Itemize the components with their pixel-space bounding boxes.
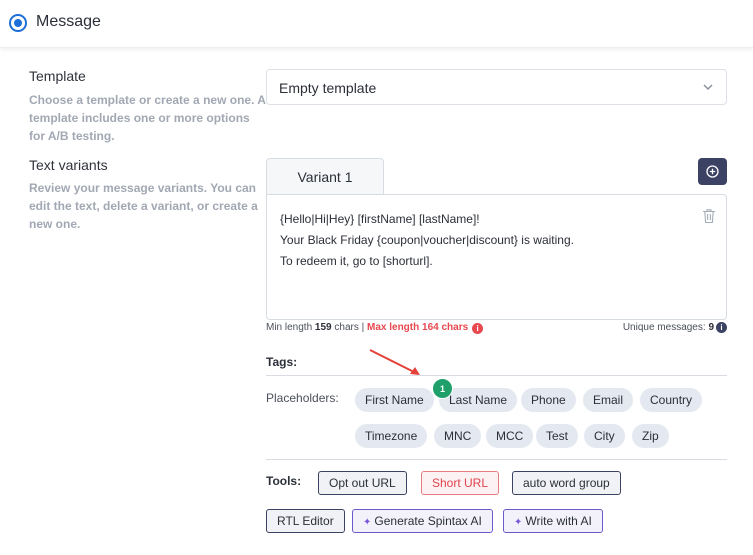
tab-variant-label: Variant 1 [297,169,353,185]
unique-messages: Unique messages: 9 [623,322,714,333]
template-description: Choose a template or create a new one. A… [29,91,266,145]
variant-text-line: Your Black Friday {coupon|voucher|discou… [280,233,574,247]
tab-variant-1[interactable]: Variant 1 [266,158,384,195]
tags-label: Tags: [266,355,298,369]
text-variants-description: Review your message variants. You can ed… [29,179,258,233]
variants-description-line: Review your message variants. You can [29,181,256,195]
variants-description-line: new one. [29,217,81,231]
rtl-editor-button[interactable]: RTL Editor [266,509,345,533]
unique-messages-prefix: Unique messages: [622,322,709,333]
variant-text-line: To redeem it, go to [shorturl]. [280,254,433,268]
plus-circle-icon [706,165,719,178]
text-variants-label: Text variants [29,157,108,173]
generate-spintax-ai-button[interactable]: ✦ Generate Spintax AI [352,509,493,533]
template-description-line: Choose a template or create a new one. A [29,93,266,107]
variant-text[interactable]: {Hello|Hi|Hey} [firstName] [lastName]! Y… [280,209,574,272]
section-title: Message [36,13,101,30]
short-url-button[interactable]: Short URL [421,471,500,495]
variants-description-line: edit the text, delete a variant, or crea… [29,199,258,213]
placeholder-chip[interactable]: Country [640,388,703,412]
length-info: Min length 159 chars | Max length 164 ch… [266,322,484,334]
opt-out-url-button[interactable]: Opt out URL [318,471,407,495]
tools-label: Tools: [266,474,302,488]
placeholder-chip[interactable]: Zip [632,424,669,448]
unique-messages-value: 9 [708,322,714,333]
divider [266,375,727,376]
add-variant-button[interactable] [698,158,727,185]
write-with-ai-button[interactable]: ✦ Write with AI [503,509,603,533]
info-icon[interactable]: i [472,323,484,334]
trash-icon[interactable] [702,208,716,224]
template-select-value: Empty template [279,80,377,96]
max-length-warning: Max length 164 chars [367,322,469,333]
template-description-line: template includes one or more options [29,111,250,125]
step-badge: 1 [432,378,453,399]
template-description-line: for A/B testing. [29,129,115,143]
write-with-ai-label: Write with AI [525,514,592,528]
divider [266,459,727,460]
placeholder-chip[interactable]: City [584,424,625,448]
template-select[interactable]: Empty template [266,69,727,105]
placeholder-chip[interactable]: Timezone [355,424,428,448]
info-icon[interactable]: i [716,322,727,333]
placeholder-chip[interactable]: Email [583,388,634,412]
annotation-arrow-icon [369,349,420,375]
radio-selected-icon[interactable] [9,14,27,32]
section-header: Message [0,0,753,48]
template-label: Template [29,68,86,84]
variant-text-editor[interactable]: {Hello|Hi|Hey} [firstName] [lastName]! Y… [266,194,727,320]
placeholder-chip[interactable]: MCC [486,424,534,448]
placeholder-chip[interactable]: First Name [355,388,434,412]
sparkle-icon: ✦ [363,517,372,528]
auto-word-group-button[interactable]: auto word group [512,471,621,495]
placeholder-chip[interactable]: Phone [521,388,576,412]
generate-spintax-ai-label: Generate Spintax AI [374,514,482,528]
variant-text-line: {Hello|Hi|Hey} [firstName] [lastName]! [280,212,480,226]
placeholder-chip[interactable]: MNC [434,424,482,448]
min-length-value: 159 [314,322,332,333]
chevron-down-icon [703,84,713,91]
min-length-prefix: Min length [266,322,315,333]
placeholder-chip[interactable]: Test [536,424,579,448]
min-length-suffix: chars | [331,322,367,333]
placeholders-label: Placeholders: [266,391,339,405]
sparkle-icon: ✦ [514,517,523,528]
